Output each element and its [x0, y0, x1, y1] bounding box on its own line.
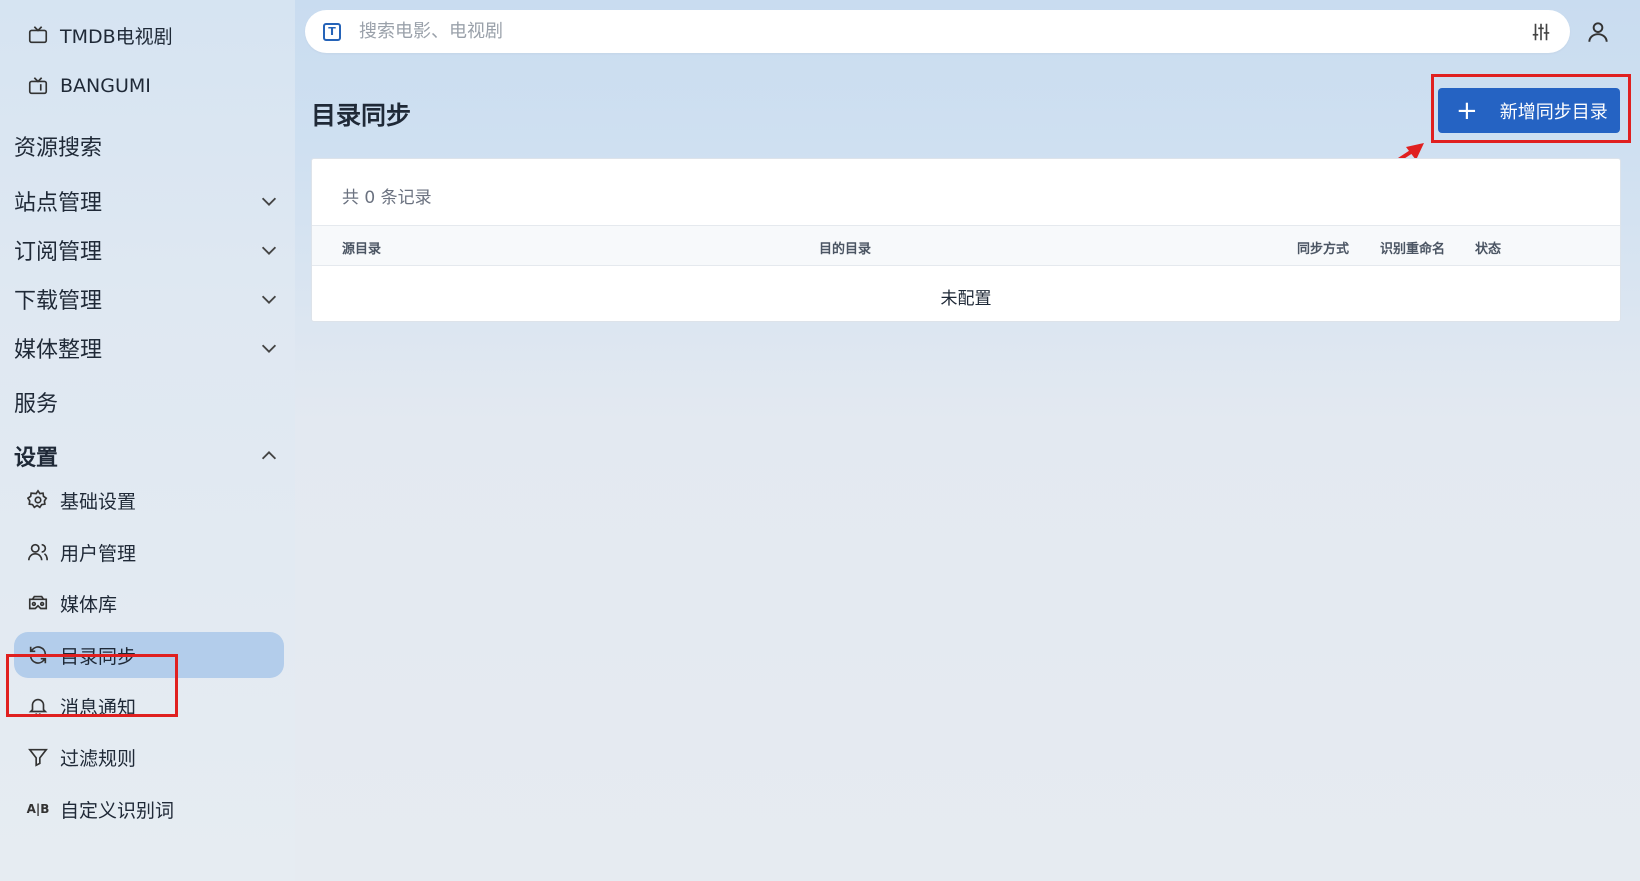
cardboard-icon	[26, 591, 50, 615]
sidebar-group-service[interactable]: 服务	[14, 380, 284, 424]
user-icon[interactable]	[1585, 19, 1611, 45]
tv-retro-icon	[26, 74, 50, 98]
sidebar-item-label: 用户管理	[60, 542, 137, 565]
tv-icon	[26, 23, 50, 47]
sidebar-item-label: BANGUMI	[60, 75, 151, 97]
sidebar-item-custom-words[interactable]: A|B 自定义识别词	[14, 786, 284, 832]
chevron-down-icon	[261, 197, 277, 206]
chevron-down-icon	[261, 246, 277, 255]
add-button-label: 新增同步目录	[1499, 101, 1608, 123]
sidebar-item-label: 媒体库	[60, 593, 118, 616]
chevron-down-icon	[261, 295, 277, 304]
chevron-down-icon	[261, 344, 277, 353]
sidebar-item-media-library[interactable]: 媒体库	[14, 580, 284, 626]
chevron-up-icon	[261, 451, 277, 460]
bell-icon	[26, 694, 50, 718]
column-header: 识别重命名	[1380, 242, 1446, 257]
sidebar-item-basic-settings[interactable]: 基础设置	[14, 477, 284, 523]
sidebar-group-search[interactable]: 资源搜索	[14, 124, 284, 168]
sidebar-item-tmdb-tv[interactable]: TMDB电视剧	[14, 12, 284, 58]
sidebar-item-label: 过滤规则	[60, 747, 137, 770]
sidebar-item-label: 自定义识别词	[60, 799, 175, 822]
sidebar-item-label: 目录同步	[60, 645, 137, 668]
column-header: 源目录	[342, 242, 382, 257]
plus-icon: +	[1456, 95, 1478, 126]
sidebar-item-directory-sync[interactable]: 目录同步	[14, 632, 284, 678]
sidebar-item-label: 消息通知	[60, 696, 137, 719]
sidebar-group-subscribe[interactable]: 订阅管理	[14, 228, 284, 272]
sidebar-group-media[interactable]: 媒体整理	[14, 326, 284, 370]
sidebar-item-filter-rules[interactable]: 过滤规则	[14, 734, 284, 780]
sidebar-item-notifications[interactable]: 消息通知	[14, 683, 284, 729]
filter-icon	[26, 745, 50, 769]
sync-directory-table: 共 0 条记录 源目录 目的目录 同步方式 识别重命名 状态 未配置	[311, 158, 1621, 322]
users-icon	[26, 540, 50, 564]
filter-settings-icon[interactable]	[1530, 21, 1552, 43]
sidebar-group-download[interactable]: 下载管理	[14, 277, 284, 321]
column-header: 同步方式	[1297, 242, 1350, 257]
sidebar-group-settings[interactable]: 设置	[14, 434, 284, 478]
table-header: 源目录 目的目录 同步方式 识别重命名 状态	[312, 225, 1620, 266]
sidebar-item-label: TMDB电视剧	[60, 25, 173, 48]
sync-icon	[26, 643, 50, 667]
search-bar: T	[305, 10, 1570, 53]
gear-icon	[26, 488, 50, 512]
page-title: 目录同步	[311, 101, 412, 130]
search-input[interactable]	[359, 21, 1530, 42]
sidebar: TMDB电视剧 BANGUMI 资源搜索 站点管理 订阅管理 下载管理 媒体整理…	[0, 0, 295, 881]
sidebar-item-label: 基础设置	[60, 490, 137, 513]
sidebar-item-bangumi[interactable]: BANGUMI	[14, 63, 284, 109]
column-header: 目的目录	[819, 242, 872, 257]
add-sync-directory-button[interactable]: + 新增同步目录	[1438, 88, 1620, 133]
column-header: 状态	[1475, 242, 1502, 257]
sidebar-group-sites[interactable]: 站点管理	[14, 179, 284, 223]
sidebar-item-user-management[interactable]: 用户管理	[14, 529, 284, 575]
search-type-icon: T	[323, 22, 341, 41]
empty-state-text: 未配置	[940, 289, 992, 309]
ab-icon: A|B	[26, 802, 50, 816]
record-count: 共 0 条记录	[342, 188, 432, 208]
